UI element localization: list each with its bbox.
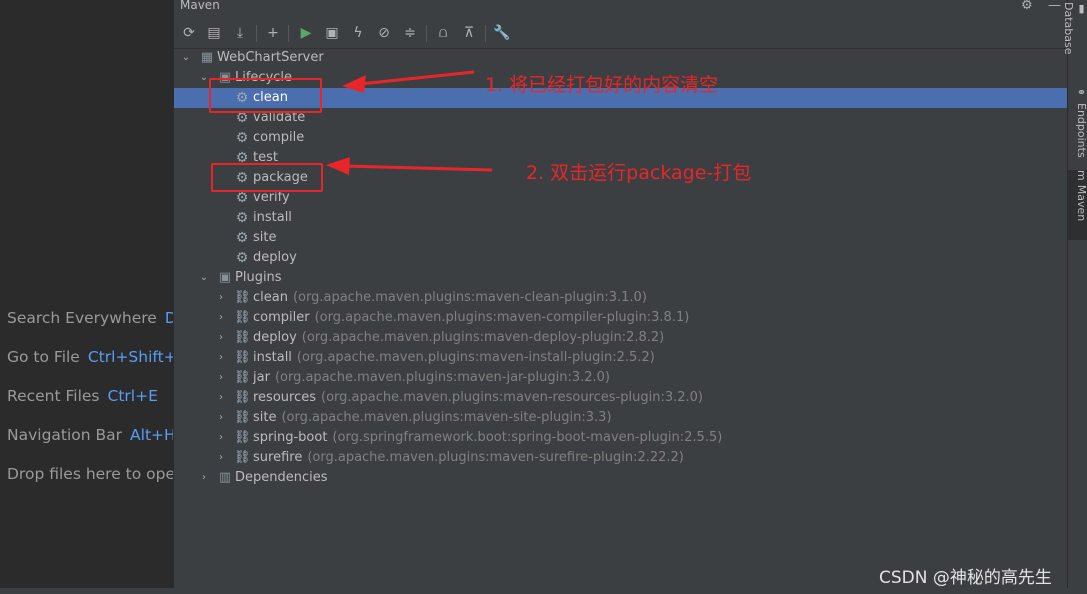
annotation-note-package: 2. 双击运行package-打包 bbox=[526, 162, 752, 184]
annotation-note-clean: 1. 将已经打包好的内容清空 bbox=[485, 74, 719, 96]
arrow-to-package bbox=[326, 157, 493, 175]
watermark: CSDN @神秘的高先生 bbox=[879, 568, 1052, 588]
arrow-to-clean bbox=[342, 70, 475, 93]
